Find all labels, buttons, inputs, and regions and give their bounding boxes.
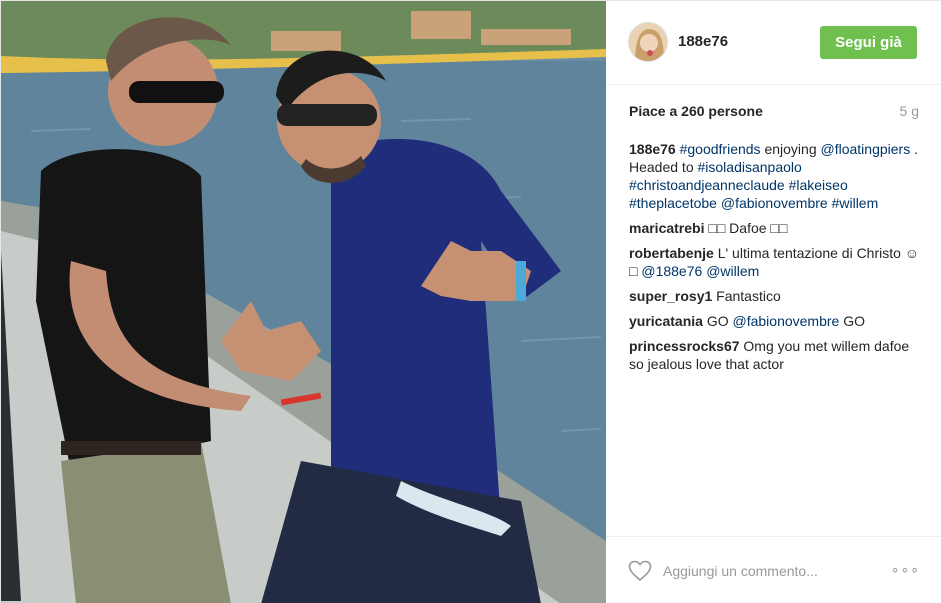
comment-item: maricatrebi □□ Dafoe □□ [629, 219, 924, 237]
hashtag-link[interactable]: #willem [832, 195, 879, 211]
instagram-post: 188e76 Segui già Piace a 260 persone 5 g… [0, 0, 941, 603]
comment-text: GO [839, 313, 865, 329]
comment-item: princessrocks67 Omg you met willem dafoe… [629, 337, 924, 373]
likes-count[interactable]: Piace a 260 persone [629, 103, 763, 119]
comment-username[interactable]: princessrocks67 [629, 338, 740, 354]
comment-text: Fantastico [716, 288, 781, 304]
comment-item: robertabenje L' ultima tentazione di Chr… [629, 244, 924, 280]
hashtag-link[interactable]: @floatingpiers [821, 141, 911, 157]
hashtag-link[interactable]: #theplacetobe [629, 195, 717, 211]
avatar[interactable] [628, 22, 668, 62]
comments-list: 188e76 #goodfriends enjoying @floatingpi… [629, 140, 924, 380]
post-header: 188e76 Segui già [606, 1, 941, 85]
more-options-icon[interactable]: ∘∘∘ [891, 561, 920, 578]
comment-item: yuricatania GO @fabionovembre GO [629, 312, 924, 330]
likes-row: Piace a 260 persone 5 g [629, 103, 919, 123]
post-footer: ∘∘∘ [606, 536, 941, 603]
comment-item: super_rosy1 Fantastico [629, 287, 924, 305]
hashtag-link[interactable]: @fabionovembre [733, 313, 840, 329]
comment-text: GO [706, 313, 733, 329]
comment-username[interactable]: maricatrebi [629, 220, 704, 236]
hashtag-link[interactable]: #lakeiseo [789, 177, 848, 193]
hashtag-link[interactable]: #isoladisanpaolo [698, 159, 802, 175]
hashtag-link[interactable]: @willem [706, 263, 759, 279]
post-photo[interactable] [1, 1, 606, 603]
heart-icon[interactable] [628, 560, 652, 582]
username[interactable]: 188e76 [678, 33, 728, 50]
avatar-image [629, 23, 667, 61]
comment-username[interactable]: 188e76 [629, 141, 676, 157]
comment-text: enjoying [760, 141, 821, 157]
hashtag-link[interactable]: #goodfriends [680, 141, 761, 157]
comment-text: □□ Dafoe □□ [708, 220, 788, 236]
hashtag-link[interactable]: #christoandjeanneclaude [629, 177, 785, 193]
comment-input[interactable] [663, 558, 883, 584]
comment-username[interactable]: robertabenje [629, 245, 714, 261]
hashtag-link[interactable]: @188e76 [641, 263, 702, 279]
post-sidebar: 188e76 Segui già Piace a 260 persone 5 g… [606, 1, 941, 603]
caption: 188e76 #goodfriends enjoying @floatingpi… [629, 140, 924, 212]
comment-username[interactable]: super_rosy1 [629, 288, 712, 304]
post-age[interactable]: 5 g [900, 103, 919, 119]
hashtag-link[interactable]: @fabionovembre [721, 195, 828, 211]
comment-username[interactable]: yuricatania [629, 313, 703, 329]
follow-button[interactable]: Segui già [820, 26, 917, 59]
